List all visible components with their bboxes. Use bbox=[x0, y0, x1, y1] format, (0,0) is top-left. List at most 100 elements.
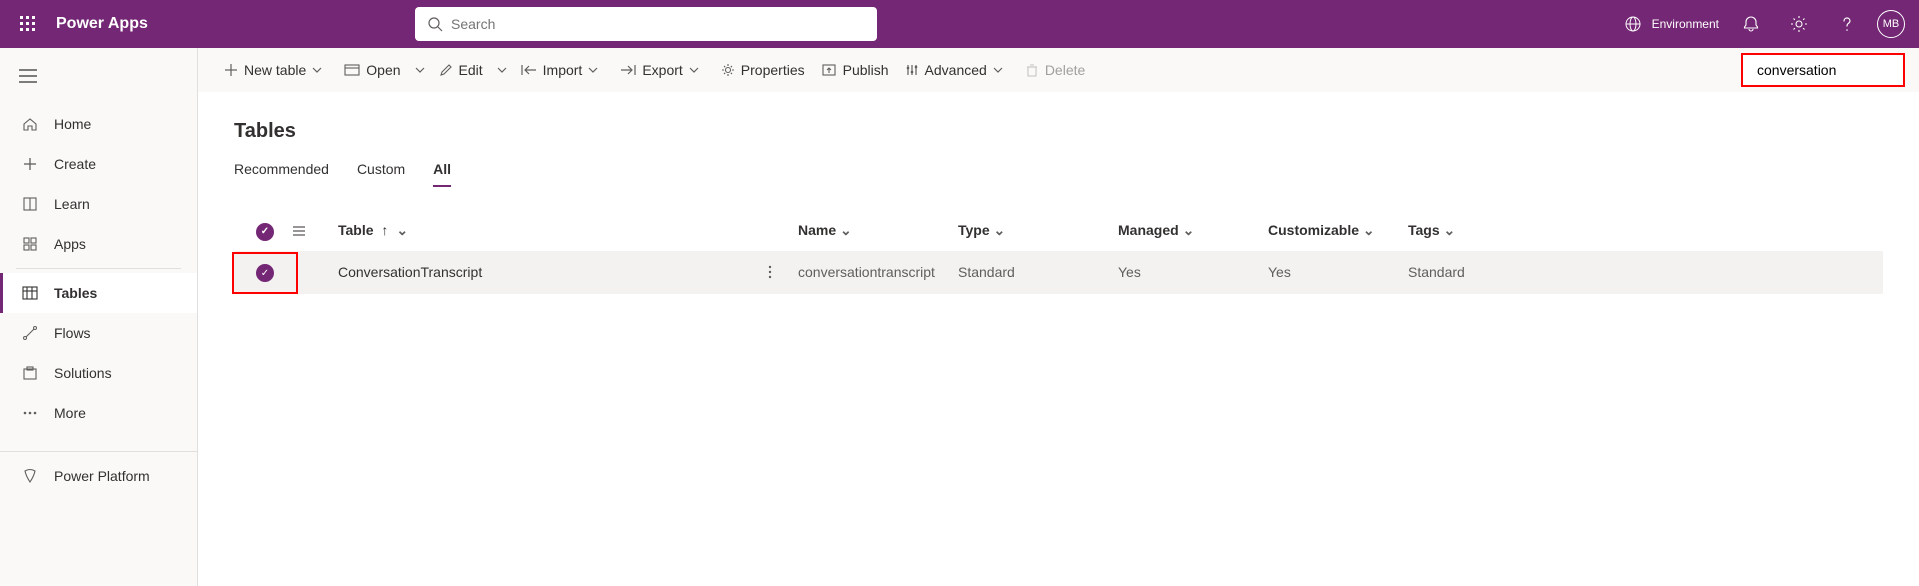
sidebar-item-solutions[interactable]: Solutions bbox=[0, 353, 197, 393]
command-bar: New table Open Edit Import Export bbox=[198, 48, 1919, 92]
properties-button[interactable]: Properties bbox=[713, 54, 813, 86]
import-button[interactable]: Import bbox=[513, 54, 613, 86]
sidebar-item-label: Solutions bbox=[54, 365, 112, 381]
col-label: Table bbox=[338, 222, 374, 238]
cmd-label: Publish bbox=[843, 62, 889, 78]
cmd-label: Edit bbox=[459, 62, 483, 78]
app-launcher-button[interactable] bbox=[4, 0, 52, 48]
filter-search[interactable] bbox=[1741, 53, 1905, 87]
cell-name: conversationtranscript bbox=[790, 251, 950, 295]
open-chevron[interactable] bbox=[409, 54, 431, 86]
power-platform-icon bbox=[22, 468, 42, 484]
cmd-label: Export bbox=[642, 62, 682, 78]
table-icon bbox=[22, 285, 42, 301]
list-view-header[interactable] bbox=[284, 211, 330, 251]
export-button[interactable]: Export bbox=[612, 54, 712, 86]
tabs: Recommended Custom All bbox=[234, 161, 1883, 187]
sidebar-item-label: Tables bbox=[54, 285, 97, 301]
chevron-down-icon[interactable]: ⌄ bbox=[1363, 222, 1375, 238]
chevron-down-icon[interactable]: ⌄ bbox=[1183, 222, 1195, 238]
trash-icon bbox=[1025, 63, 1039, 77]
sidebar-item-tables[interactable]: Tables bbox=[0, 273, 197, 313]
sidebar-item-label: Flows bbox=[54, 325, 91, 341]
tables-grid: ✓ Table ↑ ⌄ Name ⌄ Type ⌄ Managed ⌄ Cust… bbox=[234, 211, 1883, 294]
edit-chevron[interactable] bbox=[491, 54, 513, 86]
cell-table[interactable]: ConversationTranscript bbox=[330, 251, 760, 295]
divider bbox=[0, 451, 197, 452]
sort-asc-icon: ↑ bbox=[381, 222, 388, 238]
new-table-button[interactable]: New table bbox=[216, 54, 336, 86]
sidebar-item-create[interactable]: Create bbox=[0, 144, 197, 184]
avatar: MB bbox=[1877, 10, 1905, 38]
export-icon bbox=[620, 63, 636, 77]
chevron-down-icon[interactable] bbox=[306, 54, 328, 86]
settings-button[interactable] bbox=[1775, 0, 1823, 48]
tab-recommended[interactable]: Recommended bbox=[234, 161, 329, 187]
col-header-tags[interactable]: Tags ⌄ bbox=[1400, 211, 1883, 251]
tab-all[interactable]: All bbox=[433, 161, 451, 187]
sidebar-item-label: Home bbox=[54, 116, 91, 132]
chevron-down-icon[interactable] bbox=[683, 54, 705, 86]
sidebar-item-power-platform[interactable]: Power Platform bbox=[0, 456, 197, 496]
open-button[interactable]: Open bbox=[336, 54, 408, 86]
apps-icon bbox=[22, 236, 42, 252]
chevron-down-icon[interactable]: ⌄ bbox=[840, 222, 852, 238]
divider bbox=[16, 268, 181, 269]
tab-custom[interactable]: Custom bbox=[357, 161, 405, 187]
flow-icon bbox=[22, 325, 42, 341]
environment-icon bbox=[1624, 15, 1642, 33]
cmd-label: Delete bbox=[1045, 62, 1085, 78]
col-header-name[interactable]: Name ⌄ bbox=[790, 211, 950, 251]
account-button[interactable]: MB bbox=[1871, 0, 1919, 48]
row-more-button[interactable] bbox=[760, 251, 790, 295]
col-header-managed[interactable]: Managed ⌄ bbox=[1110, 211, 1260, 251]
sidebar-item-learn[interactable]: Learn bbox=[0, 184, 197, 224]
topbar-right: MB bbox=[1727, 0, 1919, 48]
publish-button[interactable]: Publish bbox=[813, 54, 897, 86]
table-row[interactable]: ✓ ConversationTranscript conversationtra… bbox=[234, 251, 1883, 295]
sidebar-item-apps[interactable]: Apps bbox=[0, 224, 197, 264]
chevron-down-icon[interactable]: ⌄ bbox=[1444, 222, 1456, 238]
col-header-type[interactable]: Type ⌄ bbox=[950, 211, 1110, 251]
col-header-table[interactable]: Table ↑ ⌄ bbox=[330, 211, 760, 251]
sidebar-item-home[interactable]: Home bbox=[0, 104, 197, 144]
search-icon bbox=[427, 16, 443, 32]
advanced-button[interactable]: Advanced bbox=[897, 54, 1017, 86]
cmd-label: Properties bbox=[741, 62, 805, 78]
cell-type: Standard bbox=[950, 251, 1110, 295]
plus-icon bbox=[22, 156, 42, 172]
global-search-input[interactable] bbox=[451, 16, 865, 32]
environment-picker[interactable]: Environment bbox=[1624, 15, 1719, 33]
chevron-down-icon[interactable]: ⌄ bbox=[396, 222, 408, 238]
filter-search-input[interactable] bbox=[1757, 62, 1919, 78]
sidebar-item-label: More bbox=[54, 405, 86, 421]
sidebar-item-flows[interactable]: Flows bbox=[0, 313, 197, 353]
sidebar: Home Create Learn Apps Tables Flows Solu… bbox=[0, 48, 198, 586]
edit-button[interactable]: Edit bbox=[431, 54, 491, 86]
delete-button[interactable]: Delete bbox=[1017, 54, 1093, 86]
cell-customizable: Yes bbox=[1260, 251, 1400, 295]
import-icon bbox=[521, 63, 537, 77]
sidebar-item-label: Power Platform bbox=[54, 468, 150, 484]
chevron-down-icon[interactable] bbox=[582, 54, 604, 86]
main-area: New table Open Edit Import Export bbox=[198, 48, 1919, 586]
select-all-header[interactable]: ✓ bbox=[234, 211, 284, 251]
edit-icon bbox=[439, 63, 453, 77]
help-button[interactable] bbox=[1823, 0, 1871, 48]
row-checkbox[interactable]: ✓ bbox=[234, 251, 284, 295]
open-icon bbox=[344, 63, 360, 77]
global-search[interactable] bbox=[415, 7, 877, 41]
sidebar-item-more[interactable]: More bbox=[0, 393, 197, 433]
home-icon bbox=[22, 116, 42, 132]
chevron-down-icon[interactable]: ⌄ bbox=[994, 222, 1006, 238]
environment-label: Environment bbox=[1652, 17, 1719, 31]
brand-label: Power Apps bbox=[56, 15, 148, 33]
cmd-label: Advanced bbox=[925, 62, 987, 78]
notifications-button[interactable] bbox=[1727, 0, 1775, 48]
book-icon bbox=[22, 196, 42, 212]
table-header-row: ✓ Table ↑ ⌄ Name ⌄ Type ⌄ Managed ⌄ Cust… bbox=[234, 211, 1883, 251]
advanced-icon bbox=[905, 63, 919, 77]
chevron-down-icon[interactable] bbox=[987, 54, 1009, 86]
toggle-nav-button[interactable] bbox=[0, 56, 50, 96]
col-header-customizable[interactable]: Customizable ⌄ bbox=[1260, 211, 1400, 251]
